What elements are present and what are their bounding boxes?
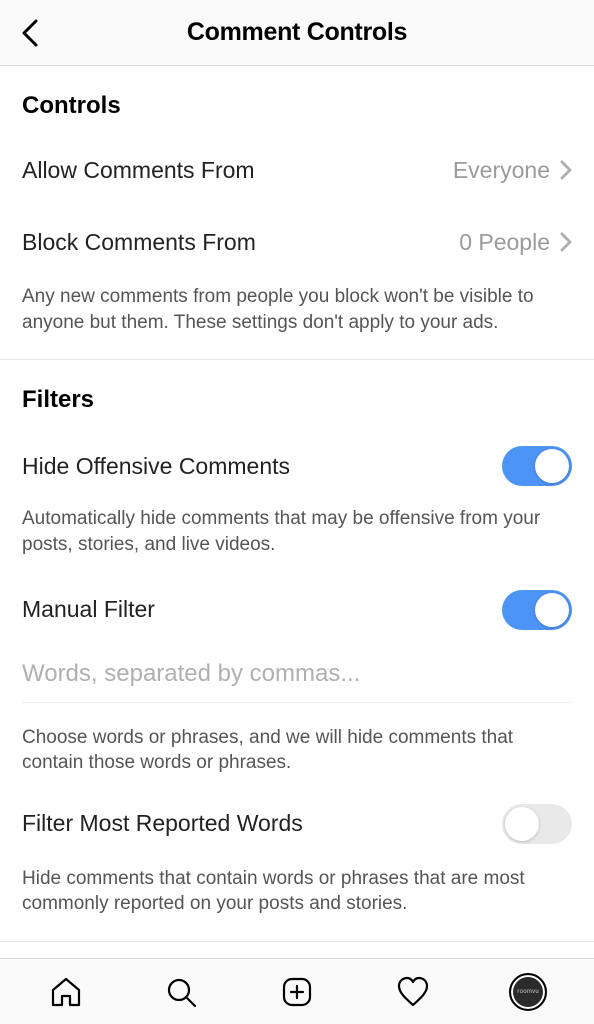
allow-comments-row[interactable]: Allow Comments From Everyone: [22, 152, 572, 188]
avatar: roomvu: [509, 973, 547, 1011]
nav-search[interactable]: [161, 972, 201, 1012]
page-title: Comment Controls: [0, 18, 594, 47]
chevron-right-icon: [560, 160, 572, 180]
filters-section-title: Filters: [22, 386, 572, 414]
manual-filter-toggle[interactable]: [502, 590, 572, 630]
content: Controls Allow Comments From Everyone Bl…: [0, 66, 594, 942]
block-comments-label: Block Comments From: [22, 229, 256, 256]
nav-home[interactable]: [46, 972, 86, 1012]
manual-filter-label: Manual Filter: [22, 596, 155, 623]
allow-comments-right: Everyone: [453, 157, 572, 184]
back-button[interactable]: [16, 18, 46, 48]
nav-add[interactable]: [277, 972, 317, 1012]
heart-icon: [395, 975, 431, 1009]
hide-offensive-toggle[interactable]: [502, 446, 572, 486]
nav-profile[interactable]: roomvu: [508, 972, 548, 1012]
most-reported-label: Filter Most Reported Words: [22, 810, 303, 837]
manual-filter-desc: Choose words or phrases, and we will hid…: [22, 725, 572, 776]
controls-desc: Any new comments from people you block w…: [22, 284, 572, 335]
most-reported-desc: Hide comments that contain words or phra…: [22, 866, 572, 917]
hide-offensive-row: Hide Offensive Comments: [22, 446, 572, 486]
header: Comment Controls: [0, 0, 594, 66]
chevron-right-icon: [560, 232, 572, 252]
bottom-nav: roomvu: [0, 958, 594, 1024]
block-comments-right: 0 People: [459, 229, 572, 256]
home-icon: [49, 975, 83, 1009]
block-comments-value: 0 People: [459, 229, 550, 256]
search-icon: [164, 975, 198, 1009]
most-reported-toggle[interactable]: [502, 804, 572, 844]
allow-comments-value: Everyone: [453, 157, 550, 184]
manual-filter-input[interactable]: [22, 646, 572, 703]
nav-activity[interactable]: [393, 972, 433, 1012]
block-comments-row[interactable]: Block Comments From 0 People: [22, 224, 572, 260]
most-reported-row: Filter Most Reported Words: [22, 804, 572, 844]
chevron-left-icon: [21, 19, 41, 47]
add-post-icon: [280, 975, 314, 1009]
avatar-label: roomvu: [517, 989, 539, 995]
manual-filter-row: Manual Filter: [22, 590, 572, 630]
controls-section: Controls Allow Comments From Everyone Bl…: [0, 66, 594, 360]
hide-offensive-label: Hide Offensive Comments: [22, 453, 290, 480]
controls-section-title: Controls: [22, 92, 572, 120]
filters-section: Filters Hide Offensive Comments Automati…: [0, 360, 594, 942]
allow-comments-label: Allow Comments From: [22, 157, 255, 184]
hide-offensive-desc: Automatically hide comments that may be …: [22, 506, 572, 557]
